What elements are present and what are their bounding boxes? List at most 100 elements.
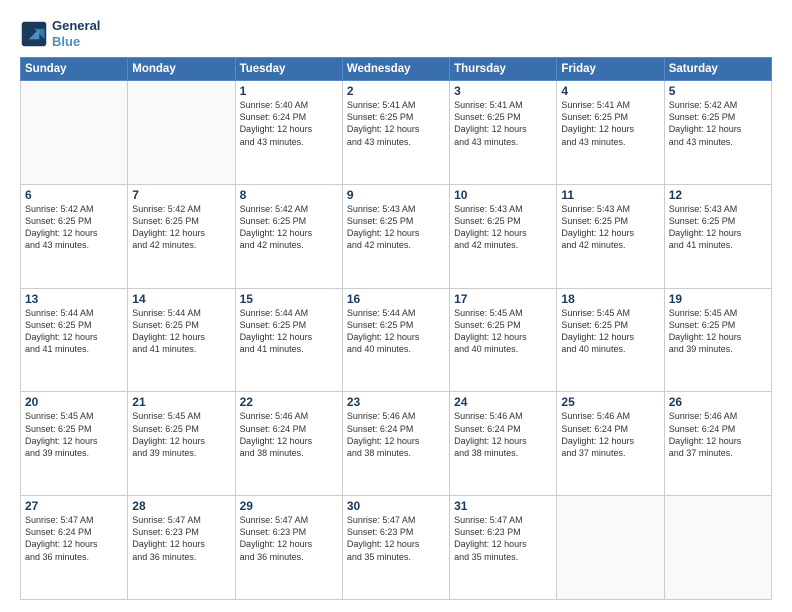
day-cell: 22Sunrise: 5:46 AM Sunset: 6:24 PM Dayli…	[235, 392, 342, 496]
day-cell: 17Sunrise: 5:45 AM Sunset: 6:25 PM Dayli…	[450, 288, 557, 392]
day-cell: 23Sunrise: 5:46 AM Sunset: 6:24 PM Dayli…	[342, 392, 449, 496]
week-row-1: 1Sunrise: 5:40 AM Sunset: 6:24 PM Daylig…	[21, 81, 772, 185]
day-cell: 30Sunrise: 5:47 AM Sunset: 6:23 PM Dayli…	[342, 496, 449, 600]
day-number: 11	[561, 188, 659, 202]
week-row-3: 13Sunrise: 5:44 AM Sunset: 6:25 PM Dayli…	[21, 288, 772, 392]
day-number: 27	[25, 499, 123, 513]
day-number: 23	[347, 395, 445, 409]
day-number: 9	[347, 188, 445, 202]
day-number: 13	[25, 292, 123, 306]
week-row-4: 20Sunrise: 5:45 AM Sunset: 6:25 PM Dayli…	[21, 392, 772, 496]
day-cell	[128, 81, 235, 185]
day-info: Sunrise: 5:43 AM Sunset: 6:25 PM Dayligh…	[669, 203, 767, 252]
day-info: Sunrise: 5:45 AM Sunset: 6:25 PM Dayligh…	[669, 307, 767, 356]
day-cell: 18Sunrise: 5:45 AM Sunset: 6:25 PM Dayli…	[557, 288, 664, 392]
day-number: 4	[561, 84, 659, 98]
day-info: Sunrise: 5:44 AM Sunset: 6:25 PM Dayligh…	[240, 307, 338, 356]
day-info: Sunrise: 5:43 AM Sunset: 6:25 PM Dayligh…	[454, 203, 552, 252]
day-info: Sunrise: 5:42 AM Sunset: 6:25 PM Dayligh…	[240, 203, 338, 252]
day-cell: 2Sunrise: 5:41 AM Sunset: 6:25 PM Daylig…	[342, 81, 449, 185]
day-info: Sunrise: 5:41 AM Sunset: 6:25 PM Dayligh…	[454, 99, 552, 148]
day-number: 31	[454, 499, 552, 513]
day-number: 5	[669, 84, 767, 98]
day-info: Sunrise: 5:44 AM Sunset: 6:25 PM Dayligh…	[132, 307, 230, 356]
weekday-header-tuesday: Tuesday	[235, 58, 342, 81]
day-info: Sunrise: 5:47 AM Sunset: 6:23 PM Dayligh…	[454, 514, 552, 563]
day-number: 2	[347, 84, 445, 98]
day-info: Sunrise: 5:40 AM Sunset: 6:24 PM Dayligh…	[240, 99, 338, 148]
weekday-header-friday: Friday	[557, 58, 664, 81]
day-cell: 14Sunrise: 5:44 AM Sunset: 6:25 PM Dayli…	[128, 288, 235, 392]
day-info: Sunrise: 5:42 AM Sunset: 6:25 PM Dayligh…	[132, 203, 230, 252]
day-number: 22	[240, 395, 338, 409]
weekday-header-saturday: Saturday	[664, 58, 771, 81]
logo-icon	[20, 20, 48, 48]
day-info: Sunrise: 5:46 AM Sunset: 6:24 PM Dayligh…	[347, 410, 445, 459]
day-number: 19	[669, 292, 767, 306]
day-info: Sunrise: 5:46 AM Sunset: 6:24 PM Dayligh…	[240, 410, 338, 459]
day-info: Sunrise: 5:46 AM Sunset: 6:24 PM Dayligh…	[669, 410, 767, 459]
day-cell: 20Sunrise: 5:45 AM Sunset: 6:25 PM Dayli…	[21, 392, 128, 496]
day-cell: 16Sunrise: 5:44 AM Sunset: 6:25 PM Dayli…	[342, 288, 449, 392]
day-cell	[664, 496, 771, 600]
day-cell: 24Sunrise: 5:46 AM Sunset: 6:24 PM Dayli…	[450, 392, 557, 496]
day-cell: 1Sunrise: 5:40 AM Sunset: 6:24 PM Daylig…	[235, 81, 342, 185]
day-cell: 27Sunrise: 5:47 AM Sunset: 6:24 PM Dayli…	[21, 496, 128, 600]
day-info: Sunrise: 5:42 AM Sunset: 6:25 PM Dayligh…	[669, 99, 767, 148]
day-cell: 8Sunrise: 5:42 AM Sunset: 6:25 PM Daylig…	[235, 184, 342, 288]
day-cell: 3Sunrise: 5:41 AM Sunset: 6:25 PM Daylig…	[450, 81, 557, 185]
day-cell: 11Sunrise: 5:43 AM Sunset: 6:25 PM Dayli…	[557, 184, 664, 288]
day-number: 30	[347, 499, 445, 513]
day-info: Sunrise: 5:47 AM Sunset: 6:24 PM Dayligh…	[25, 514, 123, 563]
day-cell	[21, 81, 128, 185]
day-info: Sunrise: 5:41 AM Sunset: 6:25 PM Dayligh…	[561, 99, 659, 148]
day-number: 20	[25, 395, 123, 409]
day-cell: 12Sunrise: 5:43 AM Sunset: 6:25 PM Dayli…	[664, 184, 771, 288]
day-info: Sunrise: 5:46 AM Sunset: 6:24 PM Dayligh…	[561, 410, 659, 459]
day-info: Sunrise: 5:44 AM Sunset: 6:25 PM Dayligh…	[25, 307, 123, 356]
day-number: 28	[132, 499, 230, 513]
day-cell: 28Sunrise: 5:47 AM Sunset: 6:23 PM Dayli…	[128, 496, 235, 600]
day-cell: 4Sunrise: 5:41 AM Sunset: 6:25 PM Daylig…	[557, 81, 664, 185]
day-info: Sunrise: 5:45 AM Sunset: 6:25 PM Dayligh…	[25, 410, 123, 459]
day-cell: 5Sunrise: 5:42 AM Sunset: 6:25 PM Daylig…	[664, 81, 771, 185]
day-number: 12	[669, 188, 767, 202]
day-info: Sunrise: 5:44 AM Sunset: 6:25 PM Dayligh…	[347, 307, 445, 356]
day-cell	[557, 496, 664, 600]
day-number: 21	[132, 395, 230, 409]
weekday-header-wednesday: Wednesday	[342, 58, 449, 81]
day-cell: 15Sunrise: 5:44 AM Sunset: 6:25 PM Dayli…	[235, 288, 342, 392]
day-number: 14	[132, 292, 230, 306]
day-info: Sunrise: 5:41 AM Sunset: 6:25 PM Dayligh…	[347, 99, 445, 148]
day-number: 3	[454, 84, 552, 98]
week-row-2: 6Sunrise: 5:42 AM Sunset: 6:25 PM Daylig…	[21, 184, 772, 288]
day-number: 25	[561, 395, 659, 409]
day-number: 29	[240, 499, 338, 513]
weekday-header-thursday: Thursday	[450, 58, 557, 81]
day-info: Sunrise: 5:45 AM Sunset: 6:25 PM Dayligh…	[561, 307, 659, 356]
day-cell: 7Sunrise: 5:42 AM Sunset: 6:25 PM Daylig…	[128, 184, 235, 288]
weekday-header-row: SundayMondayTuesdayWednesdayThursdayFrid…	[21, 58, 772, 81]
day-cell: 6Sunrise: 5:42 AM Sunset: 6:25 PM Daylig…	[21, 184, 128, 288]
day-number: 26	[669, 395, 767, 409]
day-number: 10	[454, 188, 552, 202]
day-info: Sunrise: 5:46 AM Sunset: 6:24 PM Dayligh…	[454, 410, 552, 459]
day-number: 8	[240, 188, 338, 202]
calendar-table: SundayMondayTuesdayWednesdayThursdayFrid…	[20, 57, 772, 600]
header: General Blue	[20, 18, 772, 49]
day-info: Sunrise: 5:45 AM Sunset: 6:25 PM Dayligh…	[132, 410, 230, 459]
weekday-header-monday: Monday	[128, 58, 235, 81]
day-number: 7	[132, 188, 230, 202]
day-cell: 26Sunrise: 5:46 AM Sunset: 6:24 PM Dayli…	[664, 392, 771, 496]
day-info: Sunrise: 5:47 AM Sunset: 6:23 PM Dayligh…	[132, 514, 230, 563]
day-number: 24	[454, 395, 552, 409]
day-number: 1	[240, 84, 338, 98]
day-cell: 13Sunrise: 5:44 AM Sunset: 6:25 PM Dayli…	[21, 288, 128, 392]
week-row-5: 27Sunrise: 5:47 AM Sunset: 6:24 PM Dayli…	[21, 496, 772, 600]
day-cell: 9Sunrise: 5:43 AM Sunset: 6:25 PM Daylig…	[342, 184, 449, 288]
day-info: Sunrise: 5:47 AM Sunset: 6:23 PM Dayligh…	[347, 514, 445, 563]
day-info: Sunrise: 5:43 AM Sunset: 6:25 PM Dayligh…	[561, 203, 659, 252]
day-info: Sunrise: 5:43 AM Sunset: 6:25 PM Dayligh…	[347, 203, 445, 252]
page: General Blue SundayMondayTuesdayWednesda…	[0, 0, 792, 612]
day-info: Sunrise: 5:45 AM Sunset: 6:25 PM Dayligh…	[454, 307, 552, 356]
